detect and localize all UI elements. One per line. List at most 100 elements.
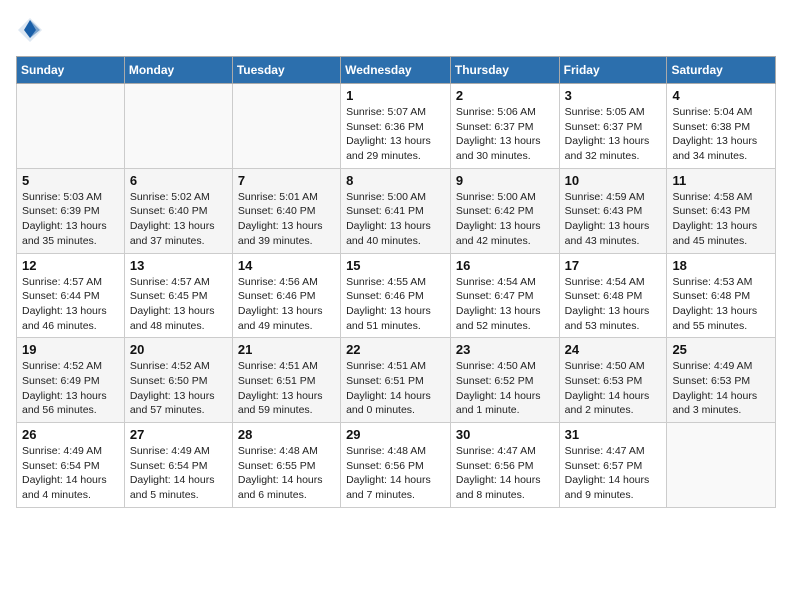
day-info: Sunrise: 4:47 AM Sunset: 6:57 PM Dayligh… bbox=[565, 444, 662, 503]
calendar-cell: 7 Sunrise: 5:01 AM Sunset: 6:40 PM Daylig… bbox=[232, 168, 340, 253]
day-number: 5 bbox=[22, 173, 119, 188]
calendar-cell: 9Sunrise: 5:00 AM Sunset: 6:42 PM Daylig… bbox=[450, 168, 559, 253]
day-number: 21 bbox=[238, 342, 335, 357]
header-tuesday: Tuesday bbox=[232, 57, 340, 84]
header-friday: Friday bbox=[559, 57, 667, 84]
page-header bbox=[16, 16, 776, 44]
day-number: 11 bbox=[672, 173, 770, 188]
day-info: Sunrise: 5:07 AM Sunset: 6:36 PM Dayligh… bbox=[346, 105, 445, 164]
calendar-cell bbox=[667, 423, 776, 508]
calendar-cell: 4 Sunrise: 5:04 AM Sunset: 6:38 PM Daylig… bbox=[667, 84, 776, 169]
day-number: 12 bbox=[22, 258, 119, 273]
calendar-cell: 3 Sunrise: 5:05 AM Sunset: 6:37 PM Daylig… bbox=[559, 84, 667, 169]
day-number: 23 bbox=[456, 342, 554, 357]
day-info: Sunrise: 4:48 AM Sunset: 6:55 PM Dayligh… bbox=[238, 444, 335, 503]
day-number: 18 bbox=[672, 258, 770, 273]
day-info: Sunrise: 4:48 AM Sunset: 6:56 PM Dayligh… bbox=[346, 444, 445, 503]
calendar-cell: 20 Sunrise: 4:52 AM Sunset: 6:50 PM Dayli… bbox=[124, 338, 232, 423]
day-number: 1 bbox=[346, 88, 445, 103]
header-sunday: Sunday bbox=[17, 57, 125, 84]
day-info: Sunrise: 5:06 AM Sunset: 6:37 PM Dayligh… bbox=[456, 105, 554, 164]
calendar-cell: 11 Sunrise: 4:58 AM Sunset: 6:43 PM Dayli… bbox=[667, 168, 776, 253]
day-number: 31 bbox=[565, 427, 662, 442]
day-info: Sunrise: 4:50 AM Sunset: 6:52 PM Dayligh… bbox=[456, 359, 554, 418]
header-wednesday: Wednesday bbox=[341, 57, 451, 84]
day-info: Sunrise: 4:57 AM Sunset: 6:45 PM Dayligh… bbox=[130, 275, 227, 334]
calendar-cell: 5 Sunrise: 5:03 AM Sunset: 6:39 PM Daylig… bbox=[17, 168, 125, 253]
calendar-cell: 25 Sunrise: 4:49 AM Sunset: 6:53 PM Dayli… bbox=[667, 338, 776, 423]
day-number: 8 bbox=[346, 173, 445, 188]
calendar-cell: 19 Sunrise: 4:52 AM Sunset: 6:49 PM Dayli… bbox=[17, 338, 125, 423]
day-info: Sunrise: 4:58 AM Sunset: 6:43 PM Dayligh… bbox=[672, 190, 770, 249]
day-info: Sunrise: 4:53 AM Sunset: 6:48 PM Dayligh… bbox=[672, 275, 770, 334]
day-info: Sunrise: 4:52 AM Sunset: 6:49 PM Dayligh… bbox=[22, 359, 119, 418]
day-info: Sunrise: 4:54 AM Sunset: 6:48 PM Dayligh… bbox=[565, 275, 662, 334]
day-number: 30 bbox=[456, 427, 554, 442]
day-number: 3 bbox=[565, 88, 662, 103]
calendar-cell: 21 Sunrise: 4:51 AM Sunset: 6:51 PM Dayli… bbox=[232, 338, 340, 423]
calendar-cell: 18 Sunrise: 4:53 AM Sunset: 6:48 PM Dayli… bbox=[667, 253, 776, 338]
calendar-cell: 6 Sunrise: 5:02 AM Sunset: 6:40 PM Daylig… bbox=[124, 168, 232, 253]
day-number: 25 bbox=[672, 342, 770, 357]
calendar-cell: 27Sunrise: 4:49 AM Sunset: 6:54 PM Dayli… bbox=[124, 423, 232, 508]
calendar-cell: 24 Sunrise: 4:50 AM Sunset: 6:53 PM Dayli… bbox=[559, 338, 667, 423]
day-number: 20 bbox=[130, 342, 227, 357]
calendar-week-row: 5 Sunrise: 5:03 AM Sunset: 6:39 PM Daylig… bbox=[17, 168, 776, 253]
day-number: 6 bbox=[130, 173, 227, 188]
calendar-cell: 1 Sunrise: 5:07 AM Sunset: 6:36 PM Daylig… bbox=[341, 84, 451, 169]
calendar-cell: 23 Sunrise: 4:50 AM Sunset: 6:52 PM Dayli… bbox=[450, 338, 559, 423]
calendar-cell: 16 Sunrise: 4:54 AM Sunset: 6:47 PM Dayli… bbox=[450, 253, 559, 338]
calendar-cell: 31 Sunrise: 4:47 AM Sunset: 6:57 PM Dayli… bbox=[559, 423, 667, 508]
logo-icon bbox=[16, 16, 44, 44]
calendar-week-row: 1 Sunrise: 5:07 AM Sunset: 6:36 PM Daylig… bbox=[17, 84, 776, 169]
day-info: Sunrise: 5:00 AM Sunset: 6:41 PM Dayligh… bbox=[346, 190, 445, 249]
day-number: 28 bbox=[238, 427, 335, 442]
day-info: Sunrise: 5:01 AM Sunset: 6:40 PM Dayligh… bbox=[238, 190, 335, 249]
day-number: 17 bbox=[565, 258, 662, 273]
day-number: 2 bbox=[456, 88, 554, 103]
calendar-cell: 14 Sunrise: 4:56 AM Sunset: 6:46 PM Dayli… bbox=[232, 253, 340, 338]
day-info: Sunrise: 5:03 AM Sunset: 6:39 PM Dayligh… bbox=[22, 190, 119, 249]
day-number: 10 bbox=[565, 173, 662, 188]
day-number: 7 bbox=[238, 173, 335, 188]
day-info: Sunrise: 4:52 AM Sunset: 6:50 PM Dayligh… bbox=[130, 359, 227, 418]
calendar-table: SundayMondayTuesdayWednesdayThursdayFrid… bbox=[16, 56, 776, 508]
day-number: 24 bbox=[565, 342, 662, 357]
day-number: 14 bbox=[238, 258, 335, 273]
calendar-cell bbox=[124, 84, 232, 169]
day-info: Sunrise: 4:51 AM Sunset: 6:51 PM Dayligh… bbox=[238, 359, 335, 418]
calendar-header-row: SundayMondayTuesdayWednesdayThursdayFrid… bbox=[17, 57, 776, 84]
calendar-cell: 15Sunrise: 4:55 AM Sunset: 6:46 PM Dayli… bbox=[341, 253, 451, 338]
day-info: Sunrise: 5:05 AM Sunset: 6:37 PM Dayligh… bbox=[565, 105, 662, 164]
header-monday: Monday bbox=[124, 57, 232, 84]
logo bbox=[16, 16, 48, 44]
calendar-cell bbox=[17, 84, 125, 169]
day-info: Sunrise: 4:56 AM Sunset: 6:46 PM Dayligh… bbox=[238, 275, 335, 334]
day-info: Sunrise: 5:02 AM Sunset: 6:40 PM Dayligh… bbox=[130, 190, 227, 249]
calendar-cell: 13 Sunrise: 4:57 AM Sunset: 6:45 PM Dayli… bbox=[124, 253, 232, 338]
day-number: 22 bbox=[346, 342, 445, 357]
day-info: Sunrise: 5:04 AM Sunset: 6:38 PM Dayligh… bbox=[672, 105, 770, 164]
calendar-week-row: 12Sunrise: 4:57 AM Sunset: 6:44 PM Dayli… bbox=[17, 253, 776, 338]
day-info: Sunrise: 4:49 AM Sunset: 6:54 PM Dayligh… bbox=[22, 444, 119, 503]
day-number: 19 bbox=[22, 342, 119, 357]
calendar-cell: 8 Sunrise: 5:00 AM Sunset: 6:41 PM Daylig… bbox=[341, 168, 451, 253]
calendar-cell: 28 Sunrise: 4:48 AM Sunset: 6:55 PM Dayli… bbox=[232, 423, 340, 508]
calendar-cell: 12Sunrise: 4:57 AM Sunset: 6:44 PM Dayli… bbox=[17, 253, 125, 338]
day-number: 16 bbox=[456, 258, 554, 273]
day-info: Sunrise: 4:54 AM Sunset: 6:47 PM Dayligh… bbox=[456, 275, 554, 334]
day-number: 13 bbox=[130, 258, 227, 273]
calendar-cell: 17 Sunrise: 4:54 AM Sunset: 6:48 PM Dayli… bbox=[559, 253, 667, 338]
day-number: 4 bbox=[672, 88, 770, 103]
day-info: Sunrise: 4:50 AM Sunset: 6:53 PM Dayligh… bbox=[565, 359, 662, 418]
day-number: 26 bbox=[22, 427, 119, 442]
calendar-week-row: 26 Sunrise: 4:49 AM Sunset: 6:54 PM Dayli… bbox=[17, 423, 776, 508]
calendar-cell: 22Sunrise: 4:51 AM Sunset: 6:51 PM Dayli… bbox=[341, 338, 451, 423]
day-info: Sunrise: 4:55 AM Sunset: 6:46 PM Dayligh… bbox=[346, 275, 445, 334]
calendar-cell: 30Sunrise: 4:47 AM Sunset: 6:56 PM Dayli… bbox=[450, 423, 559, 508]
day-info: Sunrise: 5:00 AM Sunset: 6:42 PM Dayligh… bbox=[456, 190, 554, 249]
day-info: Sunrise: 4:49 AM Sunset: 6:53 PM Dayligh… bbox=[672, 359, 770, 418]
calendar-cell bbox=[232, 84, 340, 169]
header-saturday: Saturday bbox=[667, 57, 776, 84]
day-info: Sunrise: 4:59 AM Sunset: 6:43 PM Dayligh… bbox=[565, 190, 662, 249]
